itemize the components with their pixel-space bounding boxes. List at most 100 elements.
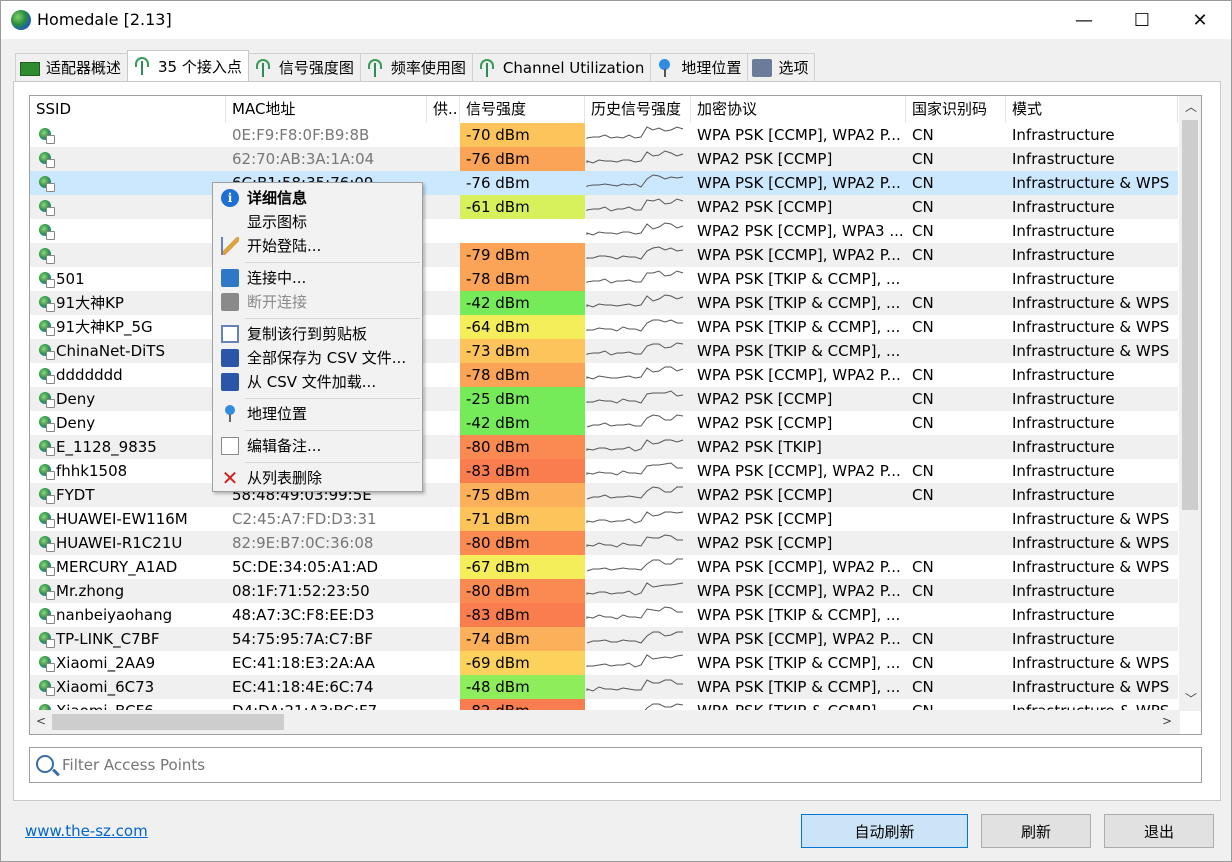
horizontal-scroll-thumb[interactable]: [52, 714, 284, 730]
tab-6[interactable]: 选项: [747, 53, 816, 81]
search-icon: [36, 755, 54, 773]
ssid-cell: Deny: [56, 414, 96, 432]
table-row[interactable]: Xiaomi_2AA9 EC:41:18:E3:2A:AA -69 dBm WPA P…: [30, 651, 1178, 675]
table-row[interactable]: HUAWEI-R1C21U 82:9E:B7:0C:36:08 -80 dBm WPA…: [30, 531, 1178, 555]
table-row[interactable]: -61 dBm WPA2 PSK [CCMP] CN Infrastructure: [30, 195, 1178, 219]
mac-cell: C2:45:A7:FD:D3:31: [232, 510, 377, 528]
country-code-cell: CN: [912, 126, 934, 144]
access-point-list[interactable]: SSID MAC地址 供.. 信号强度 历史信号强度 加密协议 国家识别码 模式 ^ 0E:F9…: [29, 95, 1202, 735]
mode-cell: Infrastructure: [1012, 222, 1115, 240]
encryption-cell: WPA PSK [CCMP], WPA2 P...: [697, 366, 901, 384]
country-code-cell: CN: [912, 486, 934, 504]
exit-button[interactable]: 退出: [1104, 814, 1214, 848]
horizontal-scrollbar[interactable]: < >: [30, 710, 1180, 734]
tab-label: 频率使用图: [390, 59, 466, 77]
website-link[interactable]: www.the-sz.com: [25, 822, 148, 840]
maximize-button[interactable]: ☐: [1113, 1, 1171, 39]
table-row[interactable]: MERCURY_A1AD 5C:DE:34:05:A1:AD -67 dBm WPA …: [30, 555, 1178, 579]
table-row[interactable]: nanbeiyaohang 48:A7:3C:F8:EE:D3 -83 dBm WPA…: [30, 603, 1178, 627]
column-header-4[interactable]: 历史信号强度: [585, 96, 691, 123]
encryption-cell: WPA PSK [CCMP], WPA2 P...: [697, 558, 901, 576]
column-header-5[interactable]: 加密协议: [691, 96, 906, 123]
scroll-left-icon[interactable]: <: [36, 714, 46, 728]
mode-cell: Infrastructure: [1012, 270, 1115, 288]
signal-history-sparkline: [586, 486, 683, 500]
signal-cell: -69 dBm: [460, 651, 585, 675]
table-row[interactable]: E_1128_9835 -80 dBm WPA2 PSK [TKIP] Infrast…: [30, 435, 1178, 459]
filter-input[interactable]: [62, 752, 1162, 778]
country-code-cell: CN: [912, 678, 934, 696]
context-menu-item[interactable]: 全部保存为 CSV 文件...: [215, 346, 420, 370]
table-row[interactable]: ChinaNet-DiTS -73 dBm WPA PSK [TKIP & CCMP…: [30, 339, 1178, 363]
table-row[interactable]: Xiaomi_6C73 EC:41:18:4E:6C:74 -48 dBm WPA P…: [30, 675, 1178, 699]
ssid-cell: Mr.zhong: [56, 582, 125, 600]
mode-cell: Infrastructure: [1012, 366, 1115, 384]
tab-1[interactable]: 35 个接入点: [127, 50, 249, 81]
signal-cell: -71 dBm: [460, 507, 585, 531]
table-row[interactable]: FYDT 58:48:49:03:99:5E -75 dBm WPA2 PSK [CC…: [30, 483, 1178, 507]
signal-history-sparkline: [586, 198, 684, 212]
map-pin-icon: [655, 58, 675, 77]
signal-history-sparkline: [586, 319, 683, 332]
encryption-cell: WPA2 PSK [CCMP]: [697, 486, 833, 504]
table-row[interactable]: 6C:B1:58:35:76:09-76 dBmWPA PSK [CCMP], …: [30, 171, 1178, 195]
table-row[interactable]: TP-LINK_C7BF 54:75:95:7A:C7:BF -74 dBm WPA …: [30, 627, 1178, 651]
tab-2[interactable]: 信号强度图: [247, 53, 361, 81]
menu-item-label: 连接中...: [247, 269, 307, 287]
table-row[interactable]: fhhk1508 -83 dBm WPA PSK [CCMP], WPA2 P...…: [30, 459, 1178, 483]
table-row[interactable]: Mr.zhong 08:1F:71:52:23:50 -80 dBm WPA PSK …: [30, 579, 1178, 603]
table-row[interactable]: 0E:F9:F8:0F:B9:8B -70 dBm WPA PSK [CCMP], …: [30, 123, 1178, 147]
minimize-button[interactable]: —: [1055, 1, 1113, 39]
table-row[interactable]: 501 -78 dBm WPA PSK [TKIP & CCMP], ... Infr…: [30, 267, 1178, 291]
country-code-cell: CN: [912, 150, 934, 168]
column-header-6[interactable]: 国家识别码: [906, 96, 1006, 123]
table-row[interactable]: ddddddd -78 dBm WPA PSK [CCMP], WPA2 P... C…: [30, 363, 1178, 387]
table-row[interactable]: 91大神KP -42 dBm WPA PSK [TKIP & CCMP], ... C…: [30, 291, 1178, 315]
table-row[interactable]: 62:70:AB:3A:1A:04 -76 dBm WPA2 PSK [CCMP] C…: [30, 147, 1178, 171]
tab-4[interactable]: Channel Utilization: [471, 53, 652, 81]
context-menu-item[interactable]: ✕ 从列表删除: [215, 466, 420, 490]
signal-cell: -61 dBm: [460, 195, 585, 219]
mac-cell: 0E:F9:F8:0F:B9:8B: [232, 126, 370, 144]
note-icon: [221, 437, 239, 455]
table-row[interactable]: Deny -25 dBm WPA2 PSK [CCMP] CN Infrastructu…: [30, 387, 1178, 411]
signal-history-sparkline: [586, 631, 683, 644]
tab-0[interactable]: 适配器概述: [15, 53, 129, 81]
context-menu-item[interactable]: 复制该行到剪贴板: [215, 322, 420, 346]
close-button[interactable]: ✕: [1171, 1, 1229, 39]
signal-cell: -48 dBm: [460, 675, 585, 699]
auto-refresh-button[interactable]: 自动刷新: [801, 814, 968, 848]
country-code-cell: [906, 603, 1006, 627]
context-menu-item[interactable]: 从 CSV 文件加载...: [215, 370, 420, 394]
menu-item-label: 地理位置: [247, 405, 308, 423]
vertical-scroll-thumb[interactable]: [1182, 120, 1198, 510]
scroll-right-icon[interactable]: >: [1162, 714, 1172, 728]
tab-5[interactable]: 地理位置: [650, 53, 749, 81]
context-menu-item[interactable]: 开始登陆...: [215, 234, 420, 258]
column-header-3[interactable]: 信号强度: [460, 96, 585, 123]
encryption-cell: WPA PSK [CCMP], WPA2 P...: [697, 246, 901, 264]
mac-cell: 62:70:AB:3A:1A:04: [232, 150, 375, 168]
table-row[interactable]: 91大神KP_5G -64 dBm WPA PSK [TKIP & CCMP], .…: [30, 315, 1178, 339]
table-row[interactable]: Deny -42 dBm WPA2 PSK [CCMP] CN Infrastructu…: [30, 411, 1178, 435]
table-row[interactable]: -79 dBm WPA PSK [CCMP], WPA2 P... CN Infras…: [30, 243, 1178, 267]
column-header-1[interactable]: MAC地址: [226, 96, 427, 123]
scroll-down-icon[interactable]: ﹀: [1185, 690, 1197, 707]
ssid-cell: FYDT: [56, 486, 95, 504]
vertical-scrollbar[interactable]: ︿ ﹀: [1179, 96, 1201, 711]
refresh-button[interactable]: 刷新: [981, 814, 1091, 848]
tab-3[interactable]: 频率使用图: [359, 53, 473, 81]
mac-cell: EC:41:18:4E:6C:74: [232, 678, 374, 696]
table-row[interactable]: HUAWEI-EW116M C2:45:A7:FD:D3:31 -71 dBm WPA…: [30, 507, 1178, 531]
column-header-2[interactable]: 供..: [427, 96, 460, 123]
column-header-7[interactable]: 模式: [1006, 96, 1178, 123]
scroll-up-icon[interactable]: ︿: [1185, 98, 1197, 115]
context-menu-item[interactable]: 连接中...: [215, 266, 420, 290]
table-row[interactable]: WPA2 PSK [CCMP], WPA3 ... CN Infrastructur…: [30, 219, 1178, 243]
ssid-cell: fhhk1508: [56, 462, 128, 480]
context-menu-item[interactable]: i 详细信息: [215, 186, 420, 210]
menu-item-label: 开始登陆...: [247, 237, 322, 255]
context-menu-item[interactable]: 编辑备注...: [215, 434, 420, 458]
context-menu-item[interactable]: 显示图标: [215, 210, 420, 234]
context-menu-item[interactable]: 地理位置: [215, 402, 420, 426]
